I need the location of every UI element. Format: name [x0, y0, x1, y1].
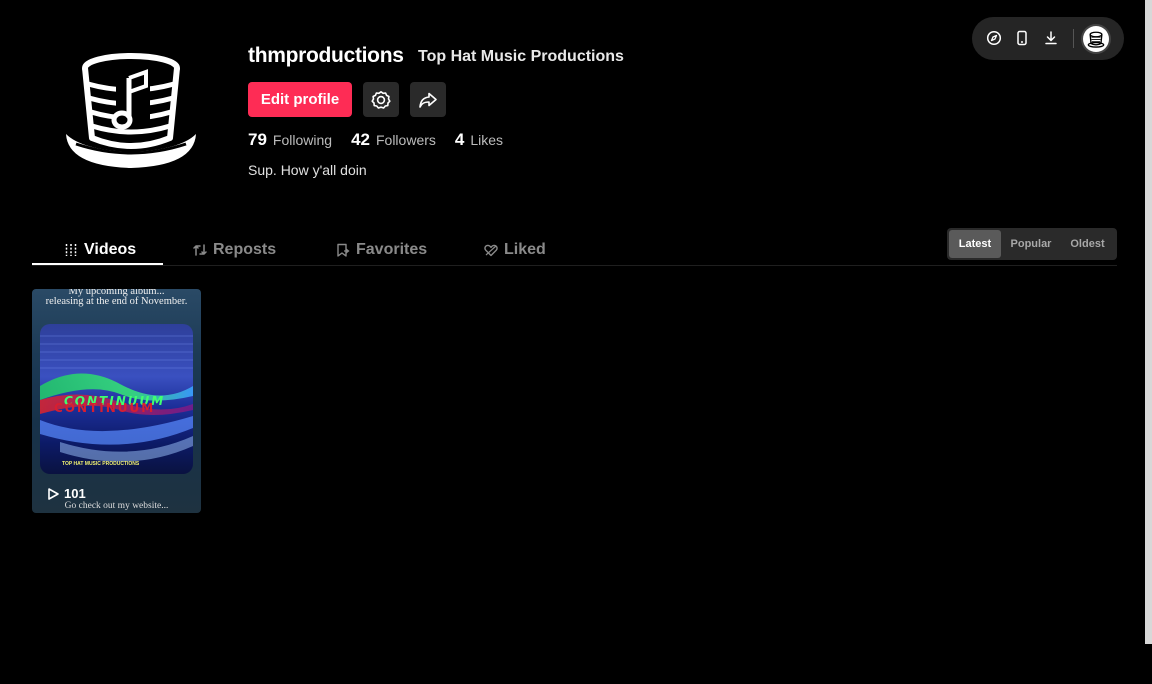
- tab-label: Liked: [504, 241, 546, 258]
- gear-icon: [371, 90, 391, 109]
- stat-label: Followers: [375, 132, 436, 148]
- bookmark-icon: [336, 243, 350, 257]
- sort-popular[interactable]: Popular: [1003, 230, 1059, 258]
- tab-label: Videos: [84, 241, 137, 258]
- profile-bio: Sup. How y'all doin: [248, 162, 367, 178]
- album-title-text: CONTINUUM: [54, 401, 156, 415]
- tab-liked[interactable]: Liked: [484, 235, 546, 265]
- tab-divider: [32, 265, 1117, 266]
- top-toolbar: [972, 17, 1124, 60]
- stat-label: Likes: [470, 132, 504, 148]
- sort-oldest[interactable]: Oldest: [1060, 230, 1115, 258]
- page-scrollbar[interactable]: [1145, 0, 1152, 644]
- stat-label: Following: [272, 132, 333, 148]
- tophat-logo-icon: [1087, 31, 1105, 48]
- toolbar-divider: [1073, 29, 1074, 48]
- download-icon[interactable]: [1040, 27, 1062, 49]
- view-count: 101: [46, 486, 86, 501]
- play-icon: [48, 487, 59, 500]
- stat-number: 79: [248, 130, 267, 149]
- stat-number: 42: [351, 130, 370, 149]
- tab-favorites[interactable]: Favorites: [336, 235, 427, 265]
- account-avatar[interactable]: [1083, 26, 1109, 52]
- profile-stats: 79 Following 42 Followers 4 Likes: [248, 130, 522, 150]
- compass-icon[interactable]: [983, 27, 1005, 49]
- tophat-logo-icon: [66, 53, 196, 168]
- stat-number: 4: [454, 130, 465, 149]
- settings-button[interactable]: [363, 82, 399, 117]
- edit-profile-button[interactable]: Edit profile: [248, 82, 352, 117]
- repost-icon: [193, 243, 207, 257]
- mobile-icon[interactable]: [1011, 27, 1033, 49]
- profile-avatar[interactable]: [60, 50, 202, 176]
- video-overlay-text: releasing at the end of November.: [45, 296, 188, 307]
- profile-page: thmproductions Top Hat Music Productions…: [0, 0, 1152, 684]
- heart-icon: [484, 243, 498, 257]
- sort-latest[interactable]: Latest: [949, 230, 1001, 258]
- share-icon: [419, 92, 437, 108]
- profile-nickname: Top Hat Music Productions: [418, 48, 624, 65]
- tab-reposts[interactable]: Reposts: [193, 235, 276, 265]
- video-card[interactable]: My upcoming album... releasing at the en…: [32, 289, 201, 513]
- tab-videos[interactable]: Videos: [64, 235, 136, 265]
- tab-label: Favorites: [356, 241, 428, 258]
- grid-icon: [64, 243, 78, 257]
- tab-label: Reposts: [213, 241, 277, 258]
- view-count-number: 101: [64, 486, 86, 501]
- share-button[interactable]: [410, 82, 446, 117]
- stat-followers[interactable]: 42 Followers: [351, 130, 436, 150]
- sort-control: Latest Popular Oldest: [947, 228, 1117, 260]
- album-subtitle-text: TOP HAT MUSIC PRODUCTIONS: [62, 461, 140, 467]
- video-caption: Go check out my website...: [64, 501, 169, 511]
- profile-username: thmproductions: [248, 44, 404, 67]
- stat-likes: 4 Likes: [455, 130, 503, 150]
- video-thumbnail-art: CONTINUUM CONTINUUM TOP HAT MUSIC PRODUC…: [40, 324, 193, 474]
- stat-following[interactable]: 79 Following: [248, 130, 332, 150]
